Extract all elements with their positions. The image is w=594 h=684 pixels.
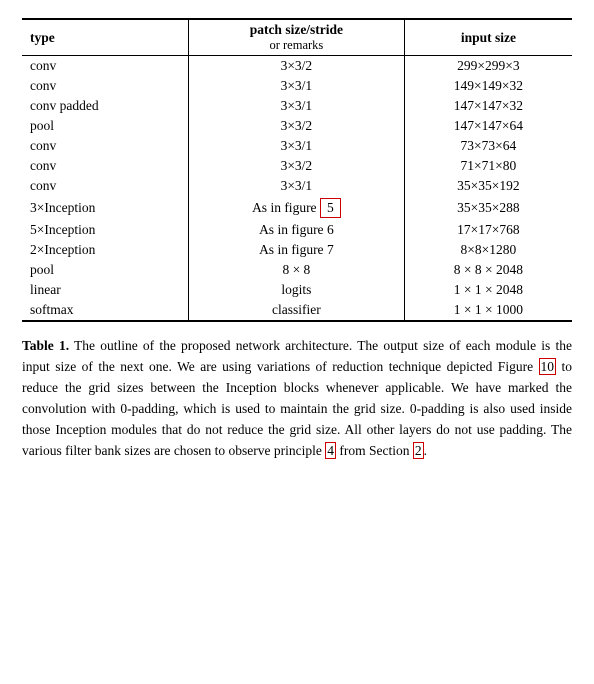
cell-patch: 3×3/1 bbox=[188, 76, 404, 96]
caption-label: Table 1. bbox=[22, 338, 69, 353]
ref-4: 4 bbox=[325, 442, 336, 459]
cell-patch: 3×3/2 bbox=[188, 116, 404, 136]
caption-text1: The outline of the proposed network arch… bbox=[22, 338, 572, 374]
architecture-table: type patch size/stride or remarks input … bbox=[22, 18, 572, 322]
table-container: type patch size/stride or remarks input … bbox=[22, 18, 572, 322]
table-row: conv3×3/135×35×192 bbox=[22, 176, 572, 196]
cell-patch: 8 × 8 bbox=[188, 260, 404, 280]
cell-input: 73×73×64 bbox=[404, 136, 572, 156]
cell-type: conv padded bbox=[22, 96, 188, 116]
cell-input: 71×71×80 bbox=[404, 156, 572, 176]
cell-type: pool bbox=[22, 260, 188, 280]
cell-input: 35×35×192 bbox=[404, 176, 572, 196]
cell-type: pool bbox=[22, 116, 188, 136]
cell-type: conv bbox=[22, 136, 188, 156]
cell-input: 299×299×3 bbox=[404, 56, 572, 77]
caption-text4: . bbox=[424, 443, 427, 458]
table-row: conv3×3/2299×299×3 bbox=[22, 56, 572, 77]
cell-type: 5×Inception bbox=[22, 220, 188, 240]
cell-patch: As in figure 7 bbox=[188, 240, 404, 260]
cell-type: conv bbox=[22, 56, 188, 77]
table-row: softmaxclassifier1 × 1 × 1000 bbox=[22, 300, 572, 321]
cell-input: 147×147×64 bbox=[404, 116, 572, 136]
cell-patch: 3×3/2 bbox=[188, 56, 404, 77]
col-patch-header-sub: or remarks bbox=[197, 38, 396, 53]
cell-type: conv bbox=[22, 76, 188, 96]
table-row: 3×InceptionAs in figure 535×35×288 bbox=[22, 196, 572, 220]
cell-input: 35×35×288 bbox=[404, 196, 572, 220]
cell-patch: As in figure 5 bbox=[188, 196, 404, 220]
col-type-header: type bbox=[22, 19, 188, 56]
cell-input: 149×149×32 bbox=[404, 76, 572, 96]
table-row: linearlogits1 × 1 × 2048 bbox=[22, 280, 572, 300]
col-patch-header: patch size/stride or remarks bbox=[188, 19, 404, 56]
cell-type: conv bbox=[22, 156, 188, 176]
table-row: conv3×3/271×71×80 bbox=[22, 156, 572, 176]
cell-input: 17×17×768 bbox=[404, 220, 572, 240]
caption-text3: from Section bbox=[336, 443, 413, 458]
table-row: pool8 × 88 × 8 × 2048 bbox=[22, 260, 572, 280]
cell-patch: 3×3/1 bbox=[188, 96, 404, 116]
cell-type: softmax bbox=[22, 300, 188, 321]
cell-patch: classifier bbox=[188, 300, 404, 321]
col-input-header: input size bbox=[404, 19, 572, 56]
ref-10: 10 bbox=[539, 358, 557, 375]
cell-input: 8×8×1280 bbox=[404, 240, 572, 260]
cell-input: 8 × 8 × 2048 bbox=[404, 260, 572, 280]
col-patch-header-top: patch size/stride bbox=[197, 22, 396, 38]
cell-type: conv bbox=[22, 176, 188, 196]
ref-2: 2 bbox=[413, 442, 424, 459]
cell-patch: As in figure 6 bbox=[188, 220, 404, 240]
table-caption: Table 1. The outline of the proposed net… bbox=[22, 336, 572, 462]
cell-input: 147×147×32 bbox=[404, 96, 572, 116]
table-row: 2×InceptionAs in figure 78×8×1280 bbox=[22, 240, 572, 260]
cell-patch: 3×3/1 bbox=[188, 176, 404, 196]
cell-type: 3×Inception bbox=[22, 196, 188, 220]
table-row: pool3×3/2147×147×64 bbox=[22, 116, 572, 136]
cell-type: 2×Inception bbox=[22, 240, 188, 260]
table-row: conv3×3/173×73×64 bbox=[22, 136, 572, 156]
cell-input: 1 × 1 × 1000 bbox=[404, 300, 572, 321]
table-row: 5×InceptionAs in figure 617×17×768 bbox=[22, 220, 572, 240]
cell-input: 1 × 1 × 2048 bbox=[404, 280, 572, 300]
cell-patch: 3×3/1 bbox=[188, 136, 404, 156]
cell-patch: logits bbox=[188, 280, 404, 300]
table-row: conv3×3/1149×149×32 bbox=[22, 76, 572, 96]
cell-type: linear bbox=[22, 280, 188, 300]
table-row: conv padded3×3/1147×147×32 bbox=[22, 96, 572, 116]
cell-patch: 3×3/2 bbox=[188, 156, 404, 176]
